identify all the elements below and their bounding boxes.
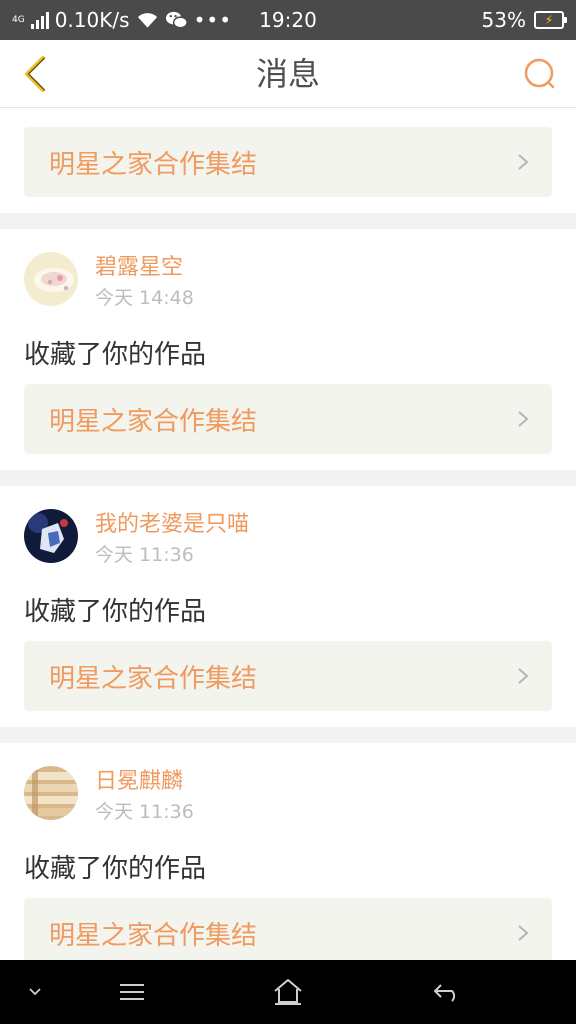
status-left: 4G 0.10K/s ••• [12, 8, 232, 32]
timestamp: 今天 11:36 [95, 801, 194, 823]
chevron-right-icon [518, 411, 529, 427]
user-row: 我的老婆是只喵 今天 11:36 [24, 509, 552, 569]
signal-group: 4G [12, 14, 25, 25]
charging-icon: ⚡ [544, 13, 554, 27]
user-row: 碧露星空 今天 14:48 [24, 252, 552, 312]
chevron-left-icon [25, 56, 45, 92]
chevron-down-icon [29, 988, 41, 996]
navigation-bar [0, 960, 576, 1024]
status-bar: 4G 0.10K/s ••• 19:20 53% ⚡ [0, 0, 576, 40]
more-notifications-icon: ••• [193, 8, 232, 32]
user-meta: 我的老婆是只喵 今天 11:36 [95, 509, 249, 567]
battery-percent: 53% [481, 8, 526, 32]
user-meta: 碧露星空 今天 14:48 [95, 252, 194, 310]
chevron-right-icon [518, 668, 529, 684]
message-list[interactable]: 明星之家合作集结 碧露星空 今天 14:48 收藏了你的作品 明星之家合作集结 … [0, 108, 576, 960]
search-icon [524, 58, 555, 89]
action-text: 收藏了你的作品 [24, 854, 207, 884]
timestamp: 今天 11:36 [95, 544, 194, 566]
user-row: 日冕麒麟 今天 11:36 [24, 766, 552, 826]
home-button[interactable] [263, 960, 313, 1024]
work-link[interactable]: 明星之家合作集结 [24, 898, 552, 960]
menu-button[interactable] [107, 960, 157, 1024]
work-link-title: 明星之家合作集结 [49, 663, 258, 694]
divider [0, 470, 576, 486]
avatar[interactable] [24, 766, 78, 820]
search-button[interactable] [518, 52, 562, 96]
timestamp: 今天 14:48 [95, 287, 194, 309]
message-item: 日冕麒麟 今天 11:36 收藏了你的作品 明星之家合作集结 [0, 743, 576, 960]
menu-icon [120, 984, 144, 1000]
wechat-icon [165, 11, 188, 29]
network-speed: 0.10K/s [54, 8, 130, 32]
back-button[interactable] [10, 50, 58, 98]
user-meta: 日冕麒麟 今天 11:36 [95, 766, 194, 824]
message-item: 我的老婆是只喵 今天 11:36 收藏了你的作品 明星之家合作集结 [0, 486, 576, 727]
work-link-title: 明星之家合作集结 [49, 920, 258, 951]
work-link[interactable]: 明星之家合作集结 [24, 641, 552, 711]
message-item: 碧露星空 今天 14:48 收藏了你的作品 明星之家合作集结 [0, 229, 576, 470]
chevron-right-icon [518, 925, 529, 941]
page-title: 消息 [255, 55, 320, 93]
signal-icon [30, 11, 49, 29]
collapse-button[interactable] [10, 960, 60, 1024]
username[interactable]: 我的老婆是只喵 [95, 512, 249, 538]
username[interactable]: 日冕麒麟 [95, 769, 194, 795]
top-card: 明星之家合作集结 [0, 108, 576, 213]
avatar[interactable] [24, 252, 78, 306]
wifi-icon [137, 13, 157, 28]
action-text: 收藏了你的作品 [24, 597, 207, 627]
app-header: 消息 [0, 40, 576, 108]
work-link-title: 明星之家合作集结 [49, 149, 258, 180]
network-type: 4G [12, 14, 25, 25]
home-icon [274, 979, 302, 1005]
action-text: 收藏了你的作品 [24, 340, 207, 370]
chevron-right-icon [518, 154, 529, 170]
back-nav-button[interactable] [422, 960, 472, 1024]
work-link[interactable]: 明星之家合作集结 [24, 127, 552, 197]
status-right: 53% ⚡ [481, 8, 567, 32]
username[interactable]: 碧露星空 [95, 255, 194, 281]
divider [0, 727, 576, 743]
clock: 19:20 [259, 8, 317, 32]
divider [0, 213, 576, 229]
work-link-title: 明星之家合作集结 [49, 406, 258, 437]
battery-icon: ⚡ [534, 11, 567, 29]
work-link[interactable]: 明星之家合作集结 [24, 384, 552, 454]
avatar[interactable] [24, 509, 78, 563]
back-icon [434, 984, 456, 1002]
